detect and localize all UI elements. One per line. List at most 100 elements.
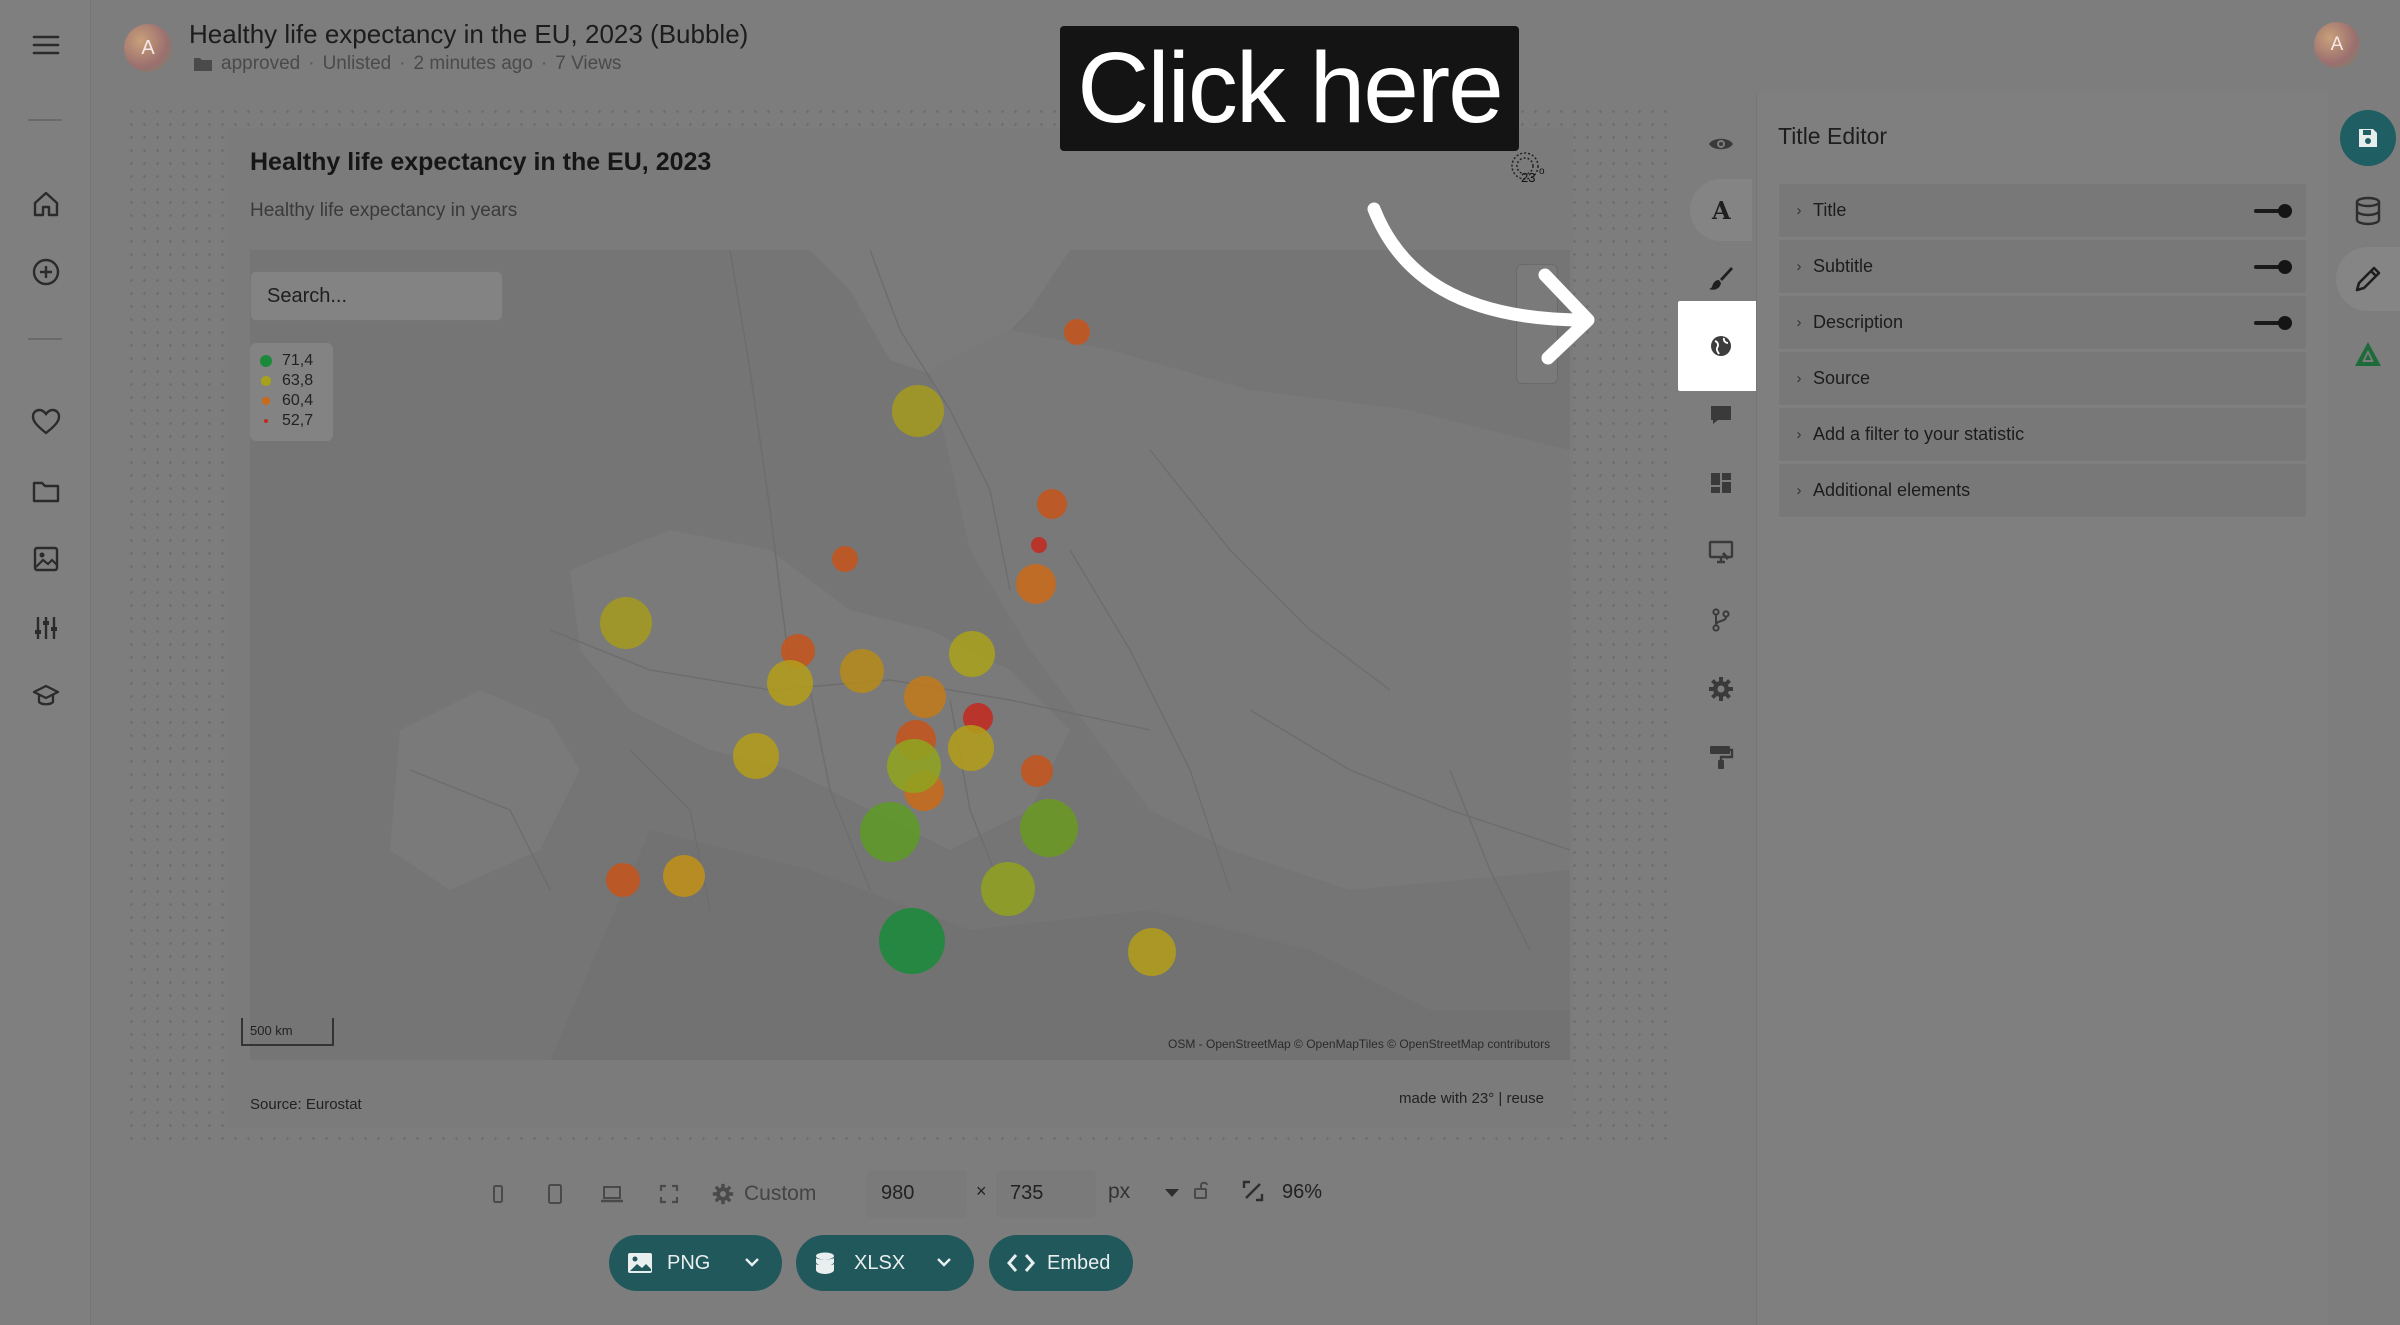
legend-item: 60,4 [258, 391, 333, 411]
annotations-button[interactable] [1690, 384, 1752, 446]
callout-arrow-icon [1367, 202, 1595, 365]
accordion-section[interactable]: › Source [1779, 352, 2306, 406]
country-bubble[interactable] [949, 631, 995, 677]
zoom-level: 96% [1282, 1181, 1323, 1203]
code-icon [1007, 1254, 1035, 1272]
publish-button[interactable] [2340, 326, 2396, 382]
display-button[interactable] [1690, 521, 1752, 583]
country-bubble[interactable] [887, 739, 941, 793]
brand-triangle-icon [2355, 342, 2381, 366]
layout-button[interactable] [1690, 452, 1752, 514]
visibility-toggle[interactable] [2254, 204, 2292, 218]
embed-button[interactable]: Embed [989, 1235, 1133, 1291]
legend-item: 71,4 [258, 351, 333, 371]
expand-icon [659, 1184, 679, 1204]
layout-icon [1711, 473, 1731, 493]
map-settings-button[interactable] [1678, 301, 1764, 391]
tablet-preset-button[interactable] [537, 1176, 573, 1212]
globe-icon [1711, 336, 1731, 356]
chevron-down-icon[interactable] [744, 1257, 760, 1267]
country-bubble[interactable] [663, 855, 705, 897]
country-bubble[interactable] [606, 863, 640, 897]
country-bubble[interactable] [879, 908, 945, 974]
chevron-right-icon: › [1796, 258, 1802, 275]
toggle-knob [2278, 204, 2292, 218]
data-button[interactable] [2340, 183, 2396, 239]
country-bubble[interactable] [1128, 928, 1176, 976]
country-bubble[interactable] [948, 725, 994, 771]
panel-title: Title Editor [1778, 123, 1888, 149]
accordion-section[interactable]: › Add a filter to your statistic [1779, 408, 2306, 462]
caret-down-icon[interactable] [1164, 1188, 1180, 1198]
database-icon [2355, 196, 2381, 226]
legend-label: 60,4 [282, 392, 314, 409]
country-bubble[interactable] [1021, 755, 1053, 787]
map-attribution[interactable]: OSM - OpenStreetMap © OpenMapTiles © Ope… [1168, 1037, 1550, 1051]
width-input[interactable]: 980 [867, 1170, 967, 1218]
edit-button[interactable] [2336, 247, 2400, 311]
chevron-right-icon: › [1796, 314, 1802, 331]
chevron-down-icon[interactable] [936, 1257, 952, 1267]
legend-item: 63,8 [258, 371, 333, 391]
accordion-label: Description [1813, 312, 1904, 332]
accordion-section[interactable]: › Additional elements [1779, 464, 2306, 518]
pencil-icon [2355, 266, 2381, 292]
toggle-knob [2278, 316, 2292, 330]
versions-button[interactable] [1690, 589, 1752, 651]
country-bubble[interactable] [1016, 564, 1056, 604]
export-xlsx-button[interactable]: XLSX [796, 1235, 974, 1291]
brand-logo-icon: 23 o [1511, 152, 1545, 185]
country-bubble[interactable] [767, 660, 813, 706]
legend-swatch [260, 355, 272, 367]
legend-item: 52,7 [258, 411, 333, 431]
settings-button[interactable] [1690, 658, 1752, 720]
save-button[interactable] [2340, 110, 2396, 166]
country-bubble[interactable] [904, 676, 946, 718]
country-bubble[interactable] [1031, 537, 1047, 553]
click-here-callout: Click here [1060, 26, 1519, 151]
embed-label: Embed [1047, 1251, 1111, 1274]
svg-text:23: 23 [1521, 170, 1535, 185]
made-with-credit[interactable]: made with 23° | reuse [1399, 1090, 1544, 1107]
style-button[interactable] [1690, 247, 1752, 309]
accordion-label: Add a filter to your statistic [1813, 424, 2025, 444]
text-format-icon: A [1711, 198, 1731, 222]
text-settings-button[interactable]: A [1690, 179, 1752, 241]
legend-label: 52,7 [282, 412, 314, 429]
fit-zoom-icon[interactable] [1242, 1180, 1264, 1202]
country-bubble[interactable] [1037, 489, 1067, 519]
phone-preset-button[interactable] [480, 1176, 516, 1212]
chart-source: Source: Eurostat [250, 1096, 362, 1113]
country-bubble[interactable] [892, 385, 944, 437]
unit-select[interactable]: px [1108, 1180, 1130, 1204]
legend-label: 63,8 [282, 372, 314, 389]
height-input[interactable]: 735 [996, 1170, 1096, 1218]
map-scale-bar: 500 km [241, 1018, 334, 1046]
monitor-icon [1708, 540, 1734, 564]
comment-icon [1711, 406, 1731, 424]
export-png-button[interactable]: PNG [609, 1235, 782, 1291]
accordion-section[interactable]: › Subtitle [1779, 240, 2306, 294]
country-bubble[interactable] [1064, 319, 1090, 345]
theme-button[interactable] [1690, 726, 1752, 788]
accordion-section[interactable]: › Title [1779, 184, 2306, 238]
country-bubble[interactable] [840, 649, 884, 693]
custom-preset-button[interactable]: Custom [712, 1182, 816, 1206]
accordion-section[interactable]: › Description [1779, 296, 2306, 350]
visibility-toggle[interactable] [2254, 260, 2292, 274]
country-bubble[interactable] [860, 802, 920, 862]
brush-icon [1709, 267, 1733, 290]
editor-toolbar: A [1678, 105, 1764, 795]
fullscreen-preset-button[interactable] [651, 1176, 687, 1212]
visibility-toggle[interactable] [2254, 316, 2292, 330]
country-bubble[interactable] [981, 862, 1035, 916]
aspect-lock-icon[interactable] [1192, 1180, 1212, 1200]
country-bubble[interactable] [1020, 799, 1078, 857]
country-bubble[interactable] [832, 546, 858, 572]
map-search-input[interactable]: Search... [250, 271, 503, 321]
country-bubble[interactable] [733, 733, 779, 779]
preview-button[interactable] [1690, 113, 1752, 175]
legend-swatch [263, 418, 269, 424]
country-bubble[interactable] [600, 597, 652, 649]
laptop-preset-button[interactable] [594, 1176, 630, 1212]
